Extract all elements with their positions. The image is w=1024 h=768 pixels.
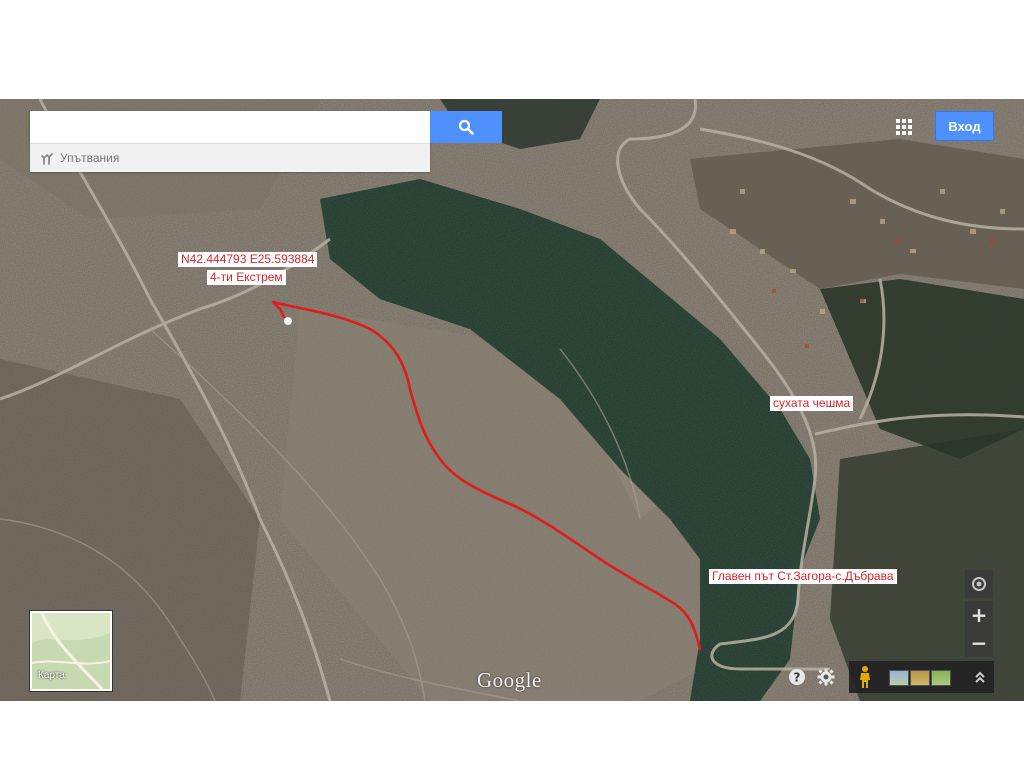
zoom-out-button[interactable]: − bbox=[965, 629, 993, 657]
directions-icon bbox=[41, 153, 53, 165]
help-icon[interactable]: ? bbox=[788, 668, 806, 686]
map-type-toggle[interactable]: Карта bbox=[30, 611, 112, 691]
my-location-button[interactable] bbox=[965, 570, 993, 598]
google-logo: Google bbox=[477, 668, 542, 692]
fountain-label: сухата чешма bbox=[770, 396, 854, 411]
expand-icon[interactable] bbox=[971, 668, 989, 686]
layer-thumb-terrain[interactable] bbox=[910, 670, 930, 686]
place-label: 4-ти Екстрем bbox=[207, 270, 286, 285]
pegman-icon[interactable] bbox=[855, 665, 875, 689]
directions-label: Упътвания bbox=[60, 151, 120, 165]
satellite-imagery bbox=[0, 99, 1024, 701]
search-box bbox=[30, 111, 430, 143]
layer-bar bbox=[849, 661, 994, 693]
settings-gear-icon[interactable] bbox=[817, 668, 835, 686]
zoom-in-button[interactable]: + bbox=[965, 601, 993, 629]
layer-thumb-green[interactable] bbox=[931, 670, 951, 686]
search-button[interactable] bbox=[430, 111, 502, 143]
coordinates-label: N42.444793 E25.593884 bbox=[178, 252, 318, 267]
signin-button[interactable]: Вход bbox=[935, 111, 994, 141]
apps-grid-icon[interactable] bbox=[893, 116, 915, 138]
minimap-label: Карта bbox=[38, 670, 65, 681]
svg-text:?: ? bbox=[794, 671, 801, 685]
search-icon bbox=[458, 119, 474, 135]
my-location-icon bbox=[972, 577, 986, 591]
main-road-label: Главен път Ст.Загора-с.Дъбрава bbox=[709, 569, 897, 584]
directions-link[interactable]: Упътвания bbox=[30, 143, 430, 172]
map-canvas[interactable]: Упътвания Вход N42.444793 E25.593884 4-т… bbox=[0, 99, 1024, 701]
layer-thumb-sky[interactable] bbox=[889, 670, 909, 686]
search-input[interactable] bbox=[40, 116, 424, 140]
